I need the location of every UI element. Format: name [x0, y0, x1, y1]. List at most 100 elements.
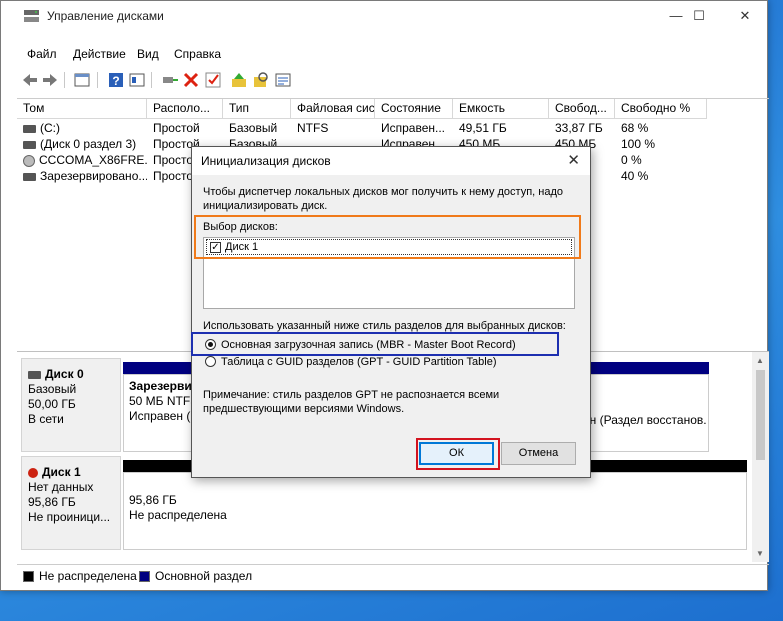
connect-icon[interactable] [161, 71, 179, 89]
close-button[interactable]: ✕ [722, 1, 768, 31]
partition-status: Исправен ( [129, 409, 191, 423]
select-disks-label: Выбор дисков: [203, 221, 278, 233]
note-line-1: Примечание: стиль разделов GPT не распоз… [203, 389, 500, 401]
volume-name[interactable]: (Диск 0 раздел 3) [17, 136, 147, 152]
volume-free-percent: 100 % [621, 137, 656, 151]
column-header-filesystem[interactable]: Файловая сис... [291, 99, 375, 119]
column-header-free-percent[interactable]: Свободно % [615, 99, 707, 119]
column-header-capacity[interactable]: Емкость [453, 99, 549, 119]
scroll-thumb[interactable] [756, 370, 765, 460]
volume-capacity: 49,51 ГБ [459, 121, 507, 135]
delete-icon[interactable] [182, 71, 200, 89]
dialog-intro-line-1: Чтобы диспетчер локальных дисков мог пол… [203, 186, 563, 198]
disk-name: Диск 0 [45, 367, 84, 381]
error-icon [28, 467, 38, 478]
unallocated-label: Не распределена [129, 508, 227, 522]
volume-free-percent: 40 % [621, 169, 649, 183]
disk-listbox[interactable]: ✓ Диск 1 [203, 237, 575, 309]
column-header-free[interactable]: Свобод... [549, 99, 615, 119]
volume-free-percent: 68 % [621, 121, 649, 135]
partition-style-label: Использовать указанный ниже стиль раздел… [203, 320, 566, 332]
volume-name[interactable]: Зарезервировано... [17, 168, 147, 184]
disk-list-item[interactable]: ✓ Диск 1 [206, 239, 572, 255]
disk-size: 95,86 ГБ [28, 495, 76, 509]
gpt-radio[interactable] [205, 356, 216, 367]
menu-view[interactable]: Вид [137, 47, 159, 61]
initialize-disk-dialog: Инициализация дисков ✕ Чтобы диспетчер л… [191, 146, 591, 478]
menu-file[interactable]: Файл [27, 47, 57, 61]
disk-kind: Базовый [28, 382, 77, 396]
list-view-icon[interactable] [274, 71, 292, 89]
legend-label-primary: Основной раздел [155, 569, 253, 583]
column-header-volume[interactable]: Том [17, 99, 147, 119]
toolbar-separator [151, 72, 152, 88]
unallocated-space[interactable]: 95,86 ГБ Не распределена [123, 472, 747, 550]
console-tree-icon[interactable] [73, 71, 91, 89]
cancel-button[interactable]: Отмена [501, 442, 576, 465]
volume-layout: Простой [153, 121, 200, 135]
mbr-radio[interactable] [205, 339, 216, 350]
disk-status: Не проиници... [28, 510, 111, 524]
toolbar-separator [64, 72, 65, 88]
unallocated-size: 95,86 ГБ [129, 493, 177, 507]
disk-1-label[interactable]: Диск 1 Нет данных 95,86 ГБ Не проиници..… [21, 456, 121, 550]
disk-map-scrollbar[interactable]: ▲ ▼ [752, 352, 769, 562]
partition-status: ен (Раздел восстанов. [583, 413, 707, 427]
disk-1-label: Диск 1 [225, 241, 259, 253]
back-arrow-icon[interactable] [21, 71, 39, 89]
disk-icon [28, 370, 41, 379]
dialog-intro-line-2: инициализировать диск. [203, 200, 328, 212]
volume-type: Базовый [229, 121, 278, 135]
legend: Не распределена Основной раздел [17, 564, 769, 586]
toolbar: ? [1, 67, 767, 95]
maximize-button[interactable]: ☐ [676, 1, 722, 31]
legend-label-unallocated: Не распределена [39, 569, 137, 583]
volume-fs: NTFS [297, 121, 329, 135]
scroll-down-icon[interactable]: ▼ [756, 549, 764, 558]
legend-swatch-unallocated [23, 571, 34, 582]
column-header-layout[interactable]: Располо... [147, 99, 223, 119]
drive-icon [23, 124, 36, 133]
volume-name[interactable]: CCCOMA_X86FRE... [17, 152, 147, 168]
mbr-option-label[interactable]: Основная загрузочная запись (MBR - Maste… [221, 338, 516, 352]
note-line-2: предшествующими версиями Windows. [203, 403, 405, 415]
ok-button[interactable]: ОК [419, 442, 494, 465]
upload-icon[interactable] [230, 71, 248, 89]
volume-name[interactable]: (C:) [17, 120, 147, 136]
disk-0-label[interactable]: Диск 0 Базовый 50,00 ГБ В сети [21, 358, 121, 452]
dialog-title-bar: Инициализация дисков ✕ [192, 147, 590, 175]
dialog-title: Инициализация дисков [201, 154, 331, 168]
dialog-close-icon[interactable]: ✕ [567, 151, 580, 169]
properties-icon[interactable] [128, 71, 146, 89]
disk-kind: Нет данных [28, 480, 94, 494]
drive-icon [23, 140, 36, 149]
volume-status: Исправен... [381, 121, 446, 135]
forward-arrow-icon[interactable] [41, 71, 59, 89]
menu-bar: Файл Действие Вид Справка [1, 43, 767, 67]
cd-drive-icon [23, 154, 35, 167]
partition-title: Зарезерви [129, 379, 192, 393]
disk-name: Диск 1 [42, 465, 81, 479]
drive-icon [23, 172, 36, 181]
disk-1-checkbox[interactable]: ✓ [210, 242, 221, 253]
title-bar: Управление дисками — ☐ ✕ [1, 1, 767, 31]
partition-recovery[interactable]: ен (Раздел восстанов. [577, 374, 709, 452]
search-icon[interactable] [252, 71, 270, 89]
menu-action[interactable]: Действие [73, 47, 126, 61]
disk-management-icon [24, 10, 39, 22]
toolbar-separator [97, 72, 98, 88]
help-icon[interactable]: ? [107, 71, 125, 89]
partition-size: 50 МБ NTFS [129, 394, 199, 408]
disk-status: В сети [28, 412, 64, 426]
column-header-type[interactable]: Тип [223, 99, 291, 119]
legend-swatch-primary [139, 571, 150, 582]
check-icon[interactable] [204, 71, 222, 89]
volume-free: 33,87 ГБ [555, 121, 603, 135]
window-title: Управление дисками [47, 9, 164, 23]
svg-text:?: ? [112, 74, 119, 88]
column-header-status[interactable]: Состояние [375, 99, 453, 119]
menu-help[interactable]: Справка [174, 47, 221, 61]
gpt-option-label[interactable]: Таблица с GUID разделов (GPT - GUID Part… [221, 355, 497, 369]
volume-free-percent: 0 % [621, 153, 642, 167]
scroll-up-icon[interactable]: ▲ [756, 356, 764, 365]
